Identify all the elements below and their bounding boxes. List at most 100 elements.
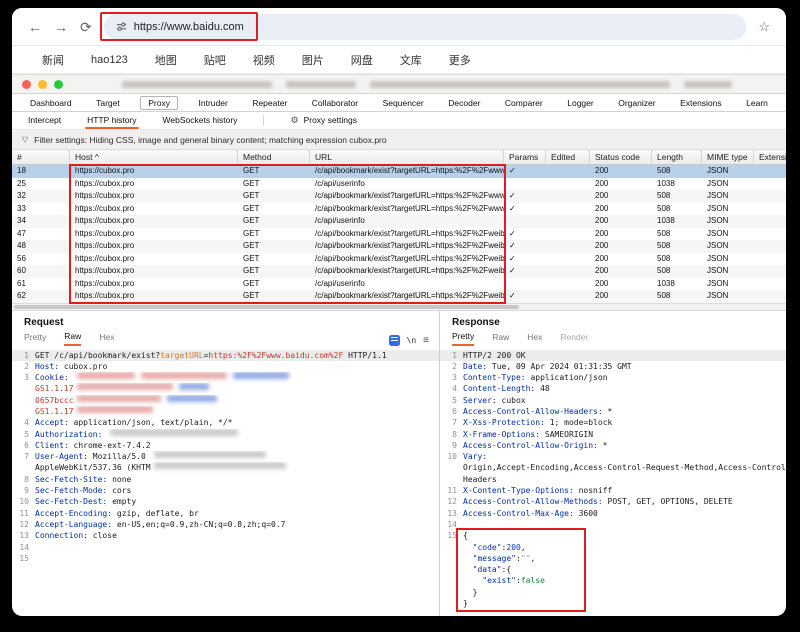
forward-icon[interactable]: → <box>54 20 68 34</box>
column-header[interactable]: Host ^ <box>70 150 238 165</box>
table-cell: 1038 <box>652 178 702 191</box>
column-header[interactable]: Status code <box>590 150 652 165</box>
editor-line: 12Access-Control-Allow-Methods: POST, GE… <box>440 496 786 507</box>
proxy-subtabs: InterceptHTTP historyWebSockets history … <box>12 112 786 130</box>
back-icon[interactable]: ← <box>28 20 42 34</box>
bookmark-link[interactable]: 更多 <box>449 52 471 68</box>
editor-line: 11Accept-Encoding: gzip, deflate, br <box>12 508 439 519</box>
column-header[interactable]: Length <box>652 150 702 165</box>
table-cell <box>504 278 546 291</box>
burp-tab-logger[interactable]: Logger <box>563 96 597 110</box>
table-cell: 508 <box>652 228 702 241</box>
column-header[interactable]: URL <box>310 150 504 165</box>
burp-tab-organizer[interactable]: Organizer <box>614 96 659 110</box>
proxy-settings-label: Proxy settings <box>304 112 357 129</box>
column-header[interactable]: Extension <box>754 150 786 165</box>
table-cell: 200 <box>590 278 652 291</box>
burp-tab-dashboard[interactable]: Dashboard <box>26 96 76 110</box>
column-header[interactable]: Method <box>238 150 310 165</box>
pretty-print-icon[interactable] <box>389 335 400 346</box>
burp-tab-comparer[interactable]: Comparer <box>501 96 547 110</box>
editor-line: 10Vary: <box>440 451 786 462</box>
column-header[interactable]: MIME type <box>702 150 754 165</box>
table-cell: ✓ <box>504 253 546 266</box>
editor-line: 2Date: Tue, 09 Apr 2024 01:31:35 GMT <box>440 361 786 372</box>
editor-line: 14 <box>12 542 439 553</box>
editor-tab-hex[interactable]: Hex <box>99 332 114 345</box>
table-cell: 1038 <box>652 278 702 291</box>
editor-menu-icon[interactable]: ≡ <box>423 335 429 346</box>
request-toolbar: \n ≡ <box>389 335 429 346</box>
editor-line: 3Cookie: <box>12 372 439 383</box>
filter-settings-bar[interactable]: ▽ Filter settings: Hiding CSS, image and… <box>12 130 786 150</box>
burp-tab-intruder[interactable]: Intruder <box>195 96 232 110</box>
editor-tab-raw[interactable]: Raw <box>64 331 81 346</box>
table-cell: 200 <box>590 165 652 178</box>
table-cell: 508 <box>652 190 702 203</box>
editor-line: 7User-Agent: Mozilla/5.0 <box>12 451 439 462</box>
burp-tab-extensions[interactable]: Extensions <box>676 96 726 110</box>
editor-tab-hex[interactable]: Hex <box>527 332 542 345</box>
table-cell: 508 <box>652 265 702 278</box>
request-title: Request <box>12 311 439 331</box>
annotation-url-box <box>100 12 258 41</box>
editor-tab-pretty[interactable]: Pretty <box>24 332 46 345</box>
reload-icon[interactable]: ⟳ <box>80 20 92 34</box>
request-editor[interactable]: 1GET /c/api/bookmark/exist?targetURL=htt… <box>12 350 439 565</box>
burp-tab-repeater[interactable]: Repeater <box>248 96 291 110</box>
response-title: Response <box>440 311 786 331</box>
table-cell: 200 <box>590 290 652 303</box>
table-cell: ✓ <box>504 203 546 216</box>
close-window-icon[interactable] <box>22 80 31 89</box>
bookmark-link[interactable]: hao123 <box>91 54 128 66</box>
editor-tab-raw[interactable]: Raw <box>492 332 509 345</box>
table-cell <box>754 228 786 241</box>
proxy-settings-button[interactable]: ⚙ Proxy settings <box>290 112 356 129</box>
table-cell: 508 <box>652 203 702 216</box>
request-tabs: Pretty Raw Hex <box>12 331 439 346</box>
scrollbar-thumb[interactable] <box>14 305 519 310</box>
zoom-window-icon[interactable] <box>54 80 63 89</box>
annotation-json-box <box>456 528 586 612</box>
editor-line: 8Sec-Fetch-Site: none <box>12 474 439 485</box>
redacted-text <box>154 462 286 469</box>
burp-tab-sequencer[interactable]: Sequencer <box>379 96 428 110</box>
burp-main-tabs: Dashboard Target Proxy Intruder Repeater Coll… <box>12 94 786 112</box>
table-cell <box>546 228 590 241</box>
redacted-text <box>77 406 153 413</box>
table-cell: 60 <box>12 265 70 278</box>
burp-tab-proxy[interactable]: Proxy <box>140 96 178 110</box>
newline-toggle-icon[interactable]: \n <box>407 336 417 345</box>
bookmark-link[interactable]: 地图 <box>155 52 177 68</box>
bookmark-link[interactable]: 新闻 <box>42 52 64 68</box>
url-bar[interactable]: https://www.baidu.com <box>104 14 747 40</box>
redacted-text <box>233 372 289 379</box>
bookmark-link[interactable]: 视频 <box>253 52 275 68</box>
table-cell: 200 <box>590 240 652 253</box>
table-cell: 48 <box>12 240 70 253</box>
editor-tab-pretty[interactable]: Pretty <box>452 331 474 346</box>
burp-tab-decoder[interactable]: Decoder <box>444 96 484 110</box>
filter-settings-text: Filter settings: Hiding CSS, image and g… <box>34 135 386 145</box>
editor-tab-render[interactable]: Render <box>560 332 588 345</box>
subtab-websockets-history[interactable]: WebSockets history <box>163 112 238 129</box>
table-cell: 33 <box>12 203 70 216</box>
redacted-text <box>141 372 227 379</box>
burp-tab-collaborator[interactable]: Collaborator <box>308 96 362 110</box>
bookmark-link[interactable]: 贴吧 <box>204 52 226 68</box>
bookmark-link[interactable]: 图片 <box>302 52 324 68</box>
editor-line: 13Access-Control-Max-Age: 3600 <box>440 508 786 519</box>
column-header[interactable]: Edited <box>546 150 590 165</box>
subtab-http-history[interactable]: HTTP history <box>87 112 136 129</box>
browser-toolbar: ← → ⟳ https://www.baidu.com ☆ <box>12 8 786 46</box>
burp-tab-learn[interactable]: Learn <box>742 96 772 110</box>
minimize-window-icon[interactable] <box>38 80 47 89</box>
subtab-intercept[interactable]: Intercept <box>28 112 61 129</box>
burp-tab-target[interactable]: Target <box>92 96 124 110</box>
column-header[interactable]: Params <box>504 150 546 165</box>
bookmark-link[interactable]: 文库 <box>400 52 422 68</box>
column-header[interactable]: # <box>12 150 70 165</box>
bookmark-link[interactable]: 网盘 <box>351 52 373 68</box>
bookmark-star-icon[interactable]: ☆ <box>758 19 770 35</box>
window-controls[interactable] <box>22 80 63 89</box>
